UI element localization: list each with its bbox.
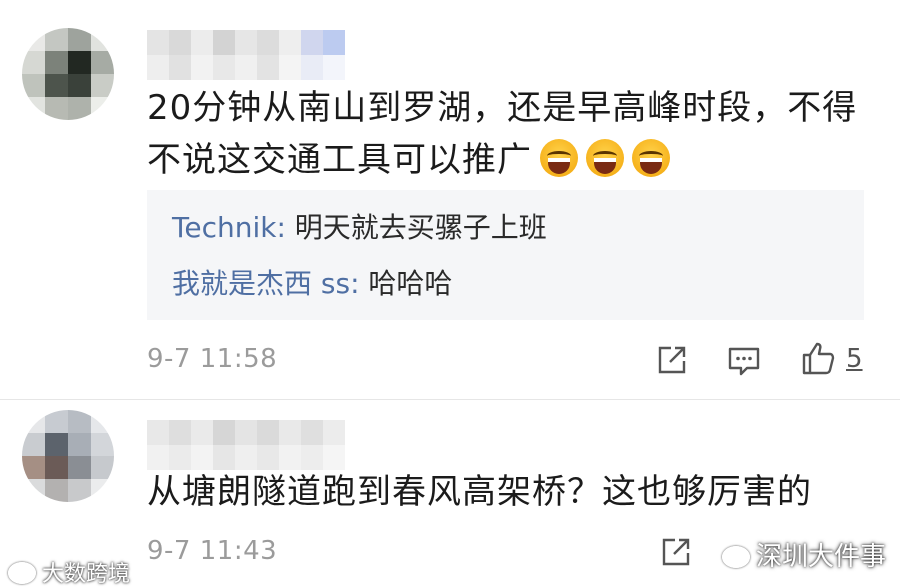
comment-time: 9-7 11:43	[147, 536, 278, 566]
watermark-logo-icon	[8, 562, 36, 584]
reply-item[interactable]: Technik: 明天就去买骡子上班	[172, 208, 547, 248]
reply-author[interactable]: Technik:	[172, 211, 286, 244]
laughing-emoji-icon	[632, 139, 670, 177]
like-count[interactable]: 5	[846, 344, 863, 374]
watermark-right-text: 深圳大件事	[756, 542, 887, 572]
reply-text: 明天就去买骡子上班	[294, 211, 547, 244]
reply-item[interactable]: 我就是杰西 ss: 哈哈哈	[172, 264, 452, 304]
comment-text: 20分钟从南山到罗湖，还是早高峰时段，不得不说这交通工具可以推广	[147, 82, 867, 186]
username-blurred[interactable]	[147, 30, 359, 80]
laughing-emoji-icon	[540, 139, 578, 177]
wechat-logo-icon	[722, 546, 750, 568]
laughing-emoji-icon	[586, 139, 624, 177]
comment-text: 从塘朗隧道跑到春风高架桥？这也够厉害的	[147, 472, 812, 512]
share-button[interactable]	[654, 342, 690, 378]
watermark-left: 大数跨境	[8, 556, 130, 587]
reply-button[interactable]	[726, 342, 762, 378]
avatar[interactable]	[22, 28, 114, 120]
comment-body: 20分钟从南山到罗湖，还是早高峰时段，不得不说这交通工具可以推广	[147, 88, 858, 180]
share-icon	[658, 346, 686, 374]
comment-item: 20分钟从南山到罗湖，还是早高峰时段，不得不说这交通工具可以推广 Technik…	[0, 0, 900, 400]
like-button[interactable]	[800, 340, 836, 376]
username-blurred[interactable]	[147, 420, 359, 470]
reply-text: 哈哈哈	[368, 267, 453, 300]
watermark-right: 深圳大件事	[722, 536, 886, 573]
share-button[interactable]	[658, 534, 694, 570]
reply-author[interactable]: 我就是杰西 ss:	[172, 267, 360, 300]
reply-box[interactable]: Technik: 明天就去买骡子上班 我就是杰西 ss: 哈哈哈	[147, 190, 864, 320]
comment-time: 9-7 11:58	[147, 344, 278, 374]
like-icon	[802, 342, 835, 375]
watermark-left-text: 大数跨境	[42, 562, 131, 587]
avatar[interactable]	[22, 410, 114, 502]
reply-icon	[728, 347, 760, 376]
share-icon	[662, 538, 690, 566]
